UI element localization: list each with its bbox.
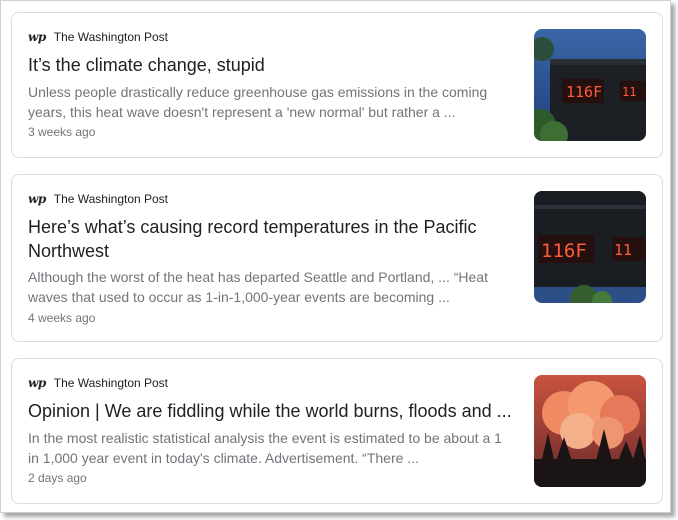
news-card[interactable]: wp The Washington Post It’s the climate … [11, 12, 663, 158]
article-age: 3 weeks ago [28, 125, 96, 139]
source-name: The Washington Post [53, 376, 169, 390]
article-thumbnail[interactable]: 116F 11 [534, 191, 646, 303]
article-title[interactable]: It’s the climate change, stupid [28, 53, 508, 77]
svg-text:116F: 116F [566, 83, 602, 101]
source-name: The Washington Post [53, 192, 169, 206]
news-card[interactable]: wp The Washington Post Here’s what’s cau… [11, 174, 663, 342]
svg-text:11: 11 [614, 241, 632, 259]
article-title[interactable]: Opinion | We are fiddling while the worl… [28, 399, 512, 423]
thermometer-sign-image: 116F 11 [534, 191, 646, 303]
source-name: The Washington Post [53, 30, 169, 44]
svg-text:116F: 116F [541, 240, 587, 262]
article-age: 4 weeks ago [28, 311, 96, 325]
washington-post-logo-icon: wp [28, 376, 46, 390]
thermometer-sign-image: 116F 11 [534, 29, 646, 141]
article-snippet: In the most realistic statistical analys… [28, 430, 502, 466]
article-snippet: Although the worst of the heat has depar… [28, 269, 488, 305]
news-results-panel: wp The Washington Post It’s the climate … [0, 0, 671, 513]
article-title[interactable]: Here’s what’s causing record temperature… [28, 215, 508, 263]
wildfire-smoke-image [534, 375, 646, 487]
source-row: wp The Washington Post [28, 30, 168, 44]
article-age: 2 days ago [28, 471, 87, 485]
article-thumbnail[interactable] [534, 375, 646, 487]
source-row: wp The Washington Post [28, 376, 168, 390]
source-row: wp The Washington Post [28, 192, 168, 206]
news-card[interactable]: wp The Washington Post Opinion | We are … [11, 358, 663, 504]
svg-text:11: 11 [622, 85, 636, 99]
article-thumbnail[interactable]: 116F 11 [534, 29, 646, 141]
washington-post-logo-icon: wp [28, 30, 46, 44]
article-snippet: Unless people drastically reduce greenho… [28, 84, 488, 120]
washington-post-logo-icon: wp [28, 192, 46, 206]
